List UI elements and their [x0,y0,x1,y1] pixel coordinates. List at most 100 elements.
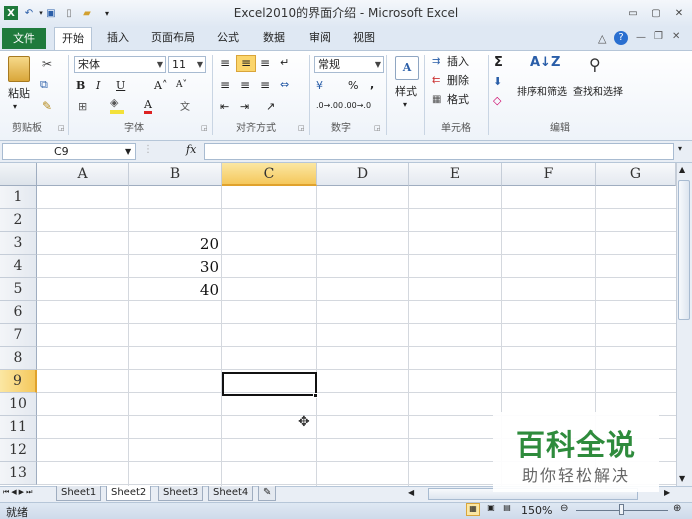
help-icon[interactable]: ? [614,31,628,45]
normal-view-icon[interactable]: ▦ [466,503,480,516]
close-button[interactable]: ✕ [671,7,687,20]
page-break-view-icon[interactable]: ▤ [500,503,514,516]
percent-button[interactable]: % [348,79,358,92]
align-right-icon[interactable]: ≡ [260,78,270,92]
select-all-corner[interactable] [0,163,37,186]
sheet-nav-icons[interactable]: ⏮◀▶⏭ [3,488,34,497]
row-header-5[interactable]: 5 [0,278,37,301]
increase-font-icon[interactable]: A˄ [154,79,167,92]
align-bottom-icon[interactable]: ≡ [260,56,270,70]
format-painter-icon[interactable]: ✎ [42,99,52,113]
row-header-10[interactable]: 10 [0,393,37,416]
align-left-icon[interactable]: ≡ [220,78,230,92]
column-header-c[interactable]: C [222,163,317,186]
column-header-d[interactable]: D [317,163,409,186]
find-select-button[interactable]: 查找和选择 [573,85,623,101]
styles-icon[interactable]: A [395,56,419,80]
clear-icon[interactable]: ◇ [493,94,501,107]
row-header-11[interactable]: 11 [0,416,37,439]
cell-b3[interactable]: 20 [129,232,222,255]
align-middle-icon[interactable]: ≡ [236,55,256,72]
fill-handle[interactable] [313,393,318,398]
cell-b5[interactable]: 40 [129,278,222,301]
tab-file[interactable]: 文件 [2,28,46,49]
minimize-button[interactable]: ▭ [625,7,641,20]
insert-sheet-icon[interactable]: ✎ [258,486,277,501]
format-cells-icon[interactable]: ▦ [432,94,441,105]
fill-color-icon[interactable]: ◈ [110,96,118,109]
zoom-level[interactable]: 150% [521,504,552,517]
alignment-launcher-icon[interactable]: ◲ [298,124,305,132]
underline-icon[interactable]: U [116,79,125,92]
minimize-ribbon-icon[interactable]: △ [598,32,606,45]
autosum-icon[interactable]: Σ [494,55,503,70]
workbook-restore-icon[interactable]: ❐ [654,31,663,42]
delete-cells-icon[interactable]: ⇇ [432,75,440,86]
paste-dropdown-icon[interactable]: ▾ [13,102,17,111]
increase-decimal-icon[interactable]: .0→.00 [316,101,343,110]
tab-data[interactable]: 数据 [256,27,292,50]
zoom-slider-thumb[interactable] [619,504,624,515]
insert-function-button[interactable]: fx [186,143,196,156]
name-box[interactable]: C9 ▼ [2,143,136,160]
column-header-b[interactable]: B [129,163,222,186]
column-header-a[interactable]: A [37,163,129,186]
comma-button[interactable]: , [370,78,374,91]
sheet-tab-sheet1[interactable]: Sheet1 [56,486,102,501]
tab-review[interactable]: 审阅 [302,27,338,50]
tab-view[interactable]: 视图 [346,27,382,50]
hscroll-left-icon[interactable]: ◀ [408,488,422,500]
formula-input[interactable] [204,143,674,160]
row-header-1[interactable]: 1 [0,186,37,209]
decrease-indent-icon[interactable]: ⇤ [220,100,229,113]
row-header-7[interactable]: 7 [0,324,37,347]
maximize-button[interactable]: ▢ [648,7,664,20]
currency-icon[interactable]: ¥ [316,79,323,92]
row-header-3[interactable]: 3 [0,232,37,255]
orientation-icon[interactable]: ↗ [266,100,275,113]
format-cells-button[interactable]: 格式 [447,92,469,108]
tab-page-layout[interactable]: 页面布局 [144,27,202,50]
font-name-combo[interactable]: 宋体 ▼ [74,56,166,73]
styles-dropdown-icon[interactable]: ▾ [403,100,407,109]
number-format-combo[interactable]: 常规 ▼ [314,56,384,73]
tab-formulas[interactable]: 公式 [210,27,246,50]
sheet-tab-sheet4[interactable]: Sheet4 [208,486,254,501]
border-icon[interactable]: ⊞ [78,100,87,113]
number-launcher-icon[interactable]: ◲ [374,124,381,132]
scroll-down-icon[interactable]: ▼ [679,474,685,483]
styles-button[interactable]: 样式 [395,84,417,100]
merge-center-icon[interactable]: ⇔ [280,78,289,91]
bold-icon[interactable]: B [76,79,85,92]
wrap-text-icon[interactable]: ↵ [280,56,289,69]
tab-home[interactable]: 开始 [54,27,92,51]
tab-insert[interactable]: 插入 [100,27,136,50]
workbook-minimize-icon[interactable]: — [636,32,646,43]
row-header-13[interactable]: 13 [0,462,37,485]
page-layout-view-icon[interactable]: ▣ [484,503,498,516]
find-select-icon[interactable]: ⚲ [589,55,601,74]
row-header-6[interactable]: 6 [0,301,37,324]
sort-filter-icon[interactable]: A↓Z [530,55,560,70]
hscroll-right-icon[interactable]: ▶ [664,488,670,497]
delete-cells-button[interactable]: 删除 [447,73,469,89]
font-size-combo[interactable]: 11 ▼ [168,56,206,73]
zoom-in-icon[interactable]: ⊕ [673,503,681,514]
align-center-icon[interactable]: ≡ [240,78,250,92]
insert-cells-button[interactable]: 插入 [447,54,469,70]
cell-b4[interactable]: 30 [129,255,222,278]
scroll-up-icon[interactable]: ▲ [679,165,685,174]
italic-icon[interactable]: I [96,79,100,92]
vertical-scroll-thumb[interactable] [678,180,690,320]
row-header-4[interactable]: 4 [0,255,37,278]
column-header-f[interactable]: F [502,163,596,186]
phonetic-icon[interactable]: 文 [180,98,190,113]
copy-icon[interactable]: ⧉ [40,78,48,92]
paste-icon[interactable] [8,56,30,82]
expand-formula-icon[interactable]: ▾ [678,144,682,153]
clipboard-launcher-icon[interactable]: ◲ [58,124,65,132]
workbook-close-icon[interactable]: ✕ [672,31,680,42]
fill-icon[interactable]: ⬇ [493,75,502,88]
align-top-icon[interactable]: ≡ [220,56,230,70]
sheet-tab-sheet2[interactable]: Sheet2 [106,486,152,501]
